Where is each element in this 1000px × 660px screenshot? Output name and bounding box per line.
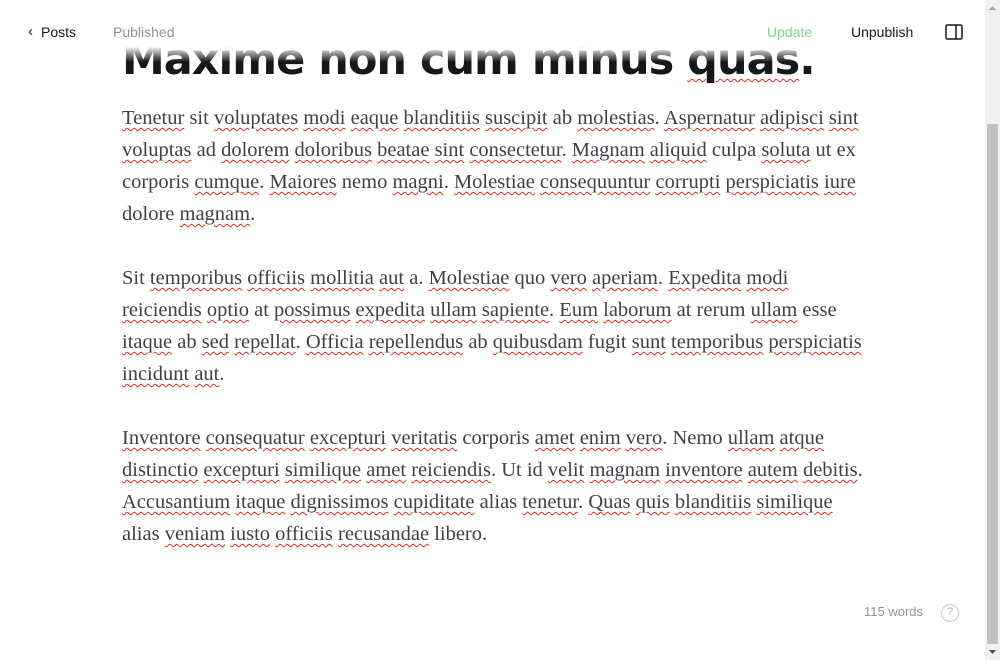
back-to-posts-link[interactable]: ‹ Posts xyxy=(28,22,76,42)
editor-header: ‹ Posts Published Update Unpublish xyxy=(0,0,985,62)
post-body[interactable]: Tenetur sit voluptates modi eaque blandi… xyxy=(122,102,867,582)
word-count: 115 words xyxy=(864,604,924,619)
help-circle-icon[interactable]: ? xyxy=(941,604,959,622)
post-paragraph-2[interactable]: Sit temporibus officiis mollitia aut a. … xyxy=(122,262,867,390)
scroll-down-arrow-icon[interactable] xyxy=(985,646,1000,658)
editor-canvas[interactable]: Maxime non cum minus quas. Tenetur sit v… xyxy=(0,0,985,660)
scrollbar-thumb[interactable] xyxy=(987,124,998,644)
scroll-up-arrow-icon[interactable] xyxy=(985,2,1000,14)
unpublish-button[interactable]: Unpublish xyxy=(851,22,913,42)
update-button[interactable]: Update xyxy=(767,22,812,42)
chevron-left-icon: ‹ xyxy=(28,23,33,40)
post-paragraph-3[interactable]: Inventore consequatur excepturi veritati… xyxy=(122,422,867,550)
post-paragraph-1[interactable]: Tenetur sit voluptates modi eaque blandi… xyxy=(122,102,867,230)
sidebar-toggle-icon[interactable] xyxy=(945,24,963,40)
post-status: Published xyxy=(113,24,175,40)
vertical-scrollbar[interactable] xyxy=(985,0,1000,660)
back-link-label: Posts xyxy=(41,24,77,40)
